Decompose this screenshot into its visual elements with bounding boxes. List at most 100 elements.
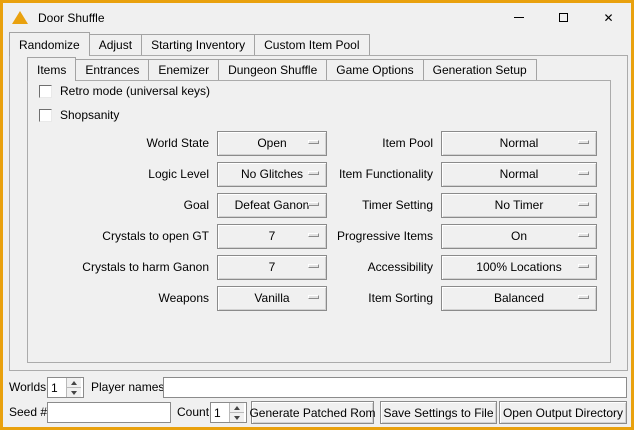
progressive-items-dropdown[interactable]: On: [441, 224, 597, 249]
item-sorting-label: Item Sorting: [335, 291, 441, 305]
world-state-value: Open: [257, 136, 286, 150]
count-spin-arrows: [229, 403, 244, 422]
main-tab-bar: Randomize Adjust Starting Inventory Cust…: [9, 32, 370, 56]
app-icon: [12, 11, 28, 24]
dropdown-indicator-icon: [308, 233, 319, 237]
crystals-gt-row: Crystals to open GT 7: [47, 223, 327, 249]
spin-up-button[interactable]: [67, 378, 81, 387]
window-title: Door Shuffle: [38, 11, 105, 25]
dropdown-indicator-icon: [308, 202, 319, 206]
door-shuffle-window: Door Shuffle ✕ Randomize Adjust Starting…: [0, 0, 634, 430]
dropdown-indicator-icon: [308, 264, 319, 268]
shopsanity-row: Shopsanity: [39, 108, 119, 122]
sub-tab-bar: Items Entrances Enemizer Dungeon Shuffle…: [27, 57, 537, 81]
item-sorting-dropdown[interactable]: Balanced: [441, 286, 597, 311]
tab-adjust[interactable]: Adjust: [89, 34, 142, 55]
timer-setting-value: No Timer: [495, 198, 544, 212]
seed-input[interactable]: [47, 402, 171, 423]
tab-custom-item-pool[interactable]: Custom Item Pool: [254, 34, 369, 55]
up-arrow-icon: [71, 381, 77, 385]
item-sorting-row: Item Sorting Balanced: [335, 285, 597, 311]
items-tab-pane: [27, 80, 611, 363]
item-pool-value: Normal: [500, 136, 539, 150]
crystals-gt-value: 7: [269, 229, 276, 243]
save-settings-button[interactable]: Save Settings to File: [380, 401, 497, 424]
goal-row: Goal Defeat Ganon: [47, 192, 327, 218]
minimize-button[interactable]: [496, 3, 541, 32]
dropdown-indicator-icon: [578, 233, 589, 237]
close-icon: ✕: [603, 12, 613, 24]
tab-game-options[interactable]: Game Options: [326, 59, 423, 80]
down-arrow-icon: [71, 391, 77, 395]
crystals-ganon-dropdown[interactable]: 7: [217, 255, 327, 280]
item-pool-dropdown[interactable]: Normal: [441, 131, 597, 156]
item-pool-label: Item Pool: [335, 136, 441, 150]
tab-starting-inventory[interactable]: Starting Inventory: [141, 34, 255, 55]
weapons-row: Weapons Vanilla: [47, 285, 327, 311]
worlds-spinbox: [47, 377, 84, 398]
logic-level-row: Logic Level No Glitches: [47, 161, 327, 187]
weapons-dropdown[interactable]: Vanilla: [217, 286, 327, 311]
logic-level-dropdown[interactable]: No Glitches: [217, 162, 327, 187]
timer-setting-label: Timer Setting: [335, 198, 441, 212]
progressive-items-row: Progressive Items On: [335, 223, 597, 249]
tab-entrances[interactable]: Entrances: [75, 59, 149, 80]
logic-level-label: Logic Level: [47, 167, 217, 181]
caption-buttons: ✕: [496, 3, 631, 32]
close-button[interactable]: ✕: [586, 3, 631, 32]
worlds-input[interactable]: [48, 378, 66, 397]
count-label: Count: [177, 402, 209, 423]
dropdown-indicator-icon: [308, 140, 319, 144]
item-functionality-dropdown[interactable]: Normal: [441, 162, 597, 187]
accessibility-dropdown[interactable]: 100% Locations: [441, 255, 597, 280]
dropdown-indicator-icon: [308, 295, 319, 299]
worlds-spin-arrows: [66, 378, 81, 397]
goal-value: Defeat Ganon: [235, 198, 310, 212]
dropdown-indicator-icon: [578, 202, 589, 206]
count-spinbox: [210, 402, 247, 423]
seed-label: Seed #: [9, 402, 47, 423]
spin-down-button[interactable]: [67, 387, 81, 397]
world-state-row: World State Open: [47, 130, 327, 156]
retro-mode-checkbox[interactable]: [39, 85, 52, 98]
item-functionality-value: Normal: [500, 167, 539, 181]
down-arrow-icon: [234, 416, 240, 420]
retro-mode-row: Retro mode (universal keys): [39, 84, 210, 98]
world-state-label: World State: [47, 136, 217, 150]
item-pool-row: Item Pool Normal: [335, 130, 597, 156]
timer-setting-row: Timer Setting No Timer: [335, 192, 597, 218]
dropdown-indicator-icon: [578, 140, 589, 144]
player-names-input[interactable]: [163, 377, 627, 398]
maximize-icon: [559, 13, 568, 22]
accessibility-row: Accessibility 100% Locations: [335, 254, 597, 280]
dropdown-indicator-icon: [578, 171, 589, 175]
open-output-directory-button[interactable]: Open Output Directory: [499, 401, 627, 424]
tab-randomize[interactable]: Randomize: [9, 32, 90, 56]
weapons-label: Weapons: [47, 291, 217, 305]
weapons-value: Vanilla: [254, 291, 289, 305]
tab-enemizer[interactable]: Enemizer: [148, 59, 219, 80]
shopsanity-checkbox[interactable]: [39, 109, 52, 122]
crystals-ganon-value: 7: [269, 260, 276, 274]
tab-generation-setup[interactable]: Generation Setup: [423, 59, 537, 80]
tab-items[interactable]: Items: [27, 57, 76, 81]
generate-patched-rom-button[interactable]: Generate Patched Rom: [251, 401, 374, 424]
worlds-label: Worlds: [9, 377, 46, 398]
dropdown-indicator-icon: [578, 264, 589, 268]
crystals-ganon-label: Crystals to harm Ganon: [47, 260, 217, 274]
spin-up-button[interactable]: [230, 403, 244, 412]
logic-level-value: No Glitches: [241, 167, 303, 181]
spin-down-button[interactable]: [230, 412, 244, 422]
player-names-label: Player names: [91, 377, 164, 398]
goal-label: Goal: [47, 198, 217, 212]
tab-dungeon-shuffle[interactable]: Dungeon Shuffle: [218, 59, 327, 80]
crystals-gt-dropdown[interactable]: 7: [217, 224, 327, 249]
timer-setting-dropdown[interactable]: No Timer: [441, 193, 597, 218]
shopsanity-label: Shopsanity: [60, 108, 119, 122]
crystals-gt-label: Crystals to open GT: [47, 229, 217, 243]
world-state-dropdown[interactable]: Open: [217, 131, 327, 156]
count-input[interactable]: [211, 403, 229, 422]
retro-mode-label: Retro mode (universal keys): [60, 84, 210, 98]
goal-dropdown[interactable]: Defeat Ganon: [217, 193, 327, 218]
maximize-button[interactable]: [541, 3, 586, 32]
